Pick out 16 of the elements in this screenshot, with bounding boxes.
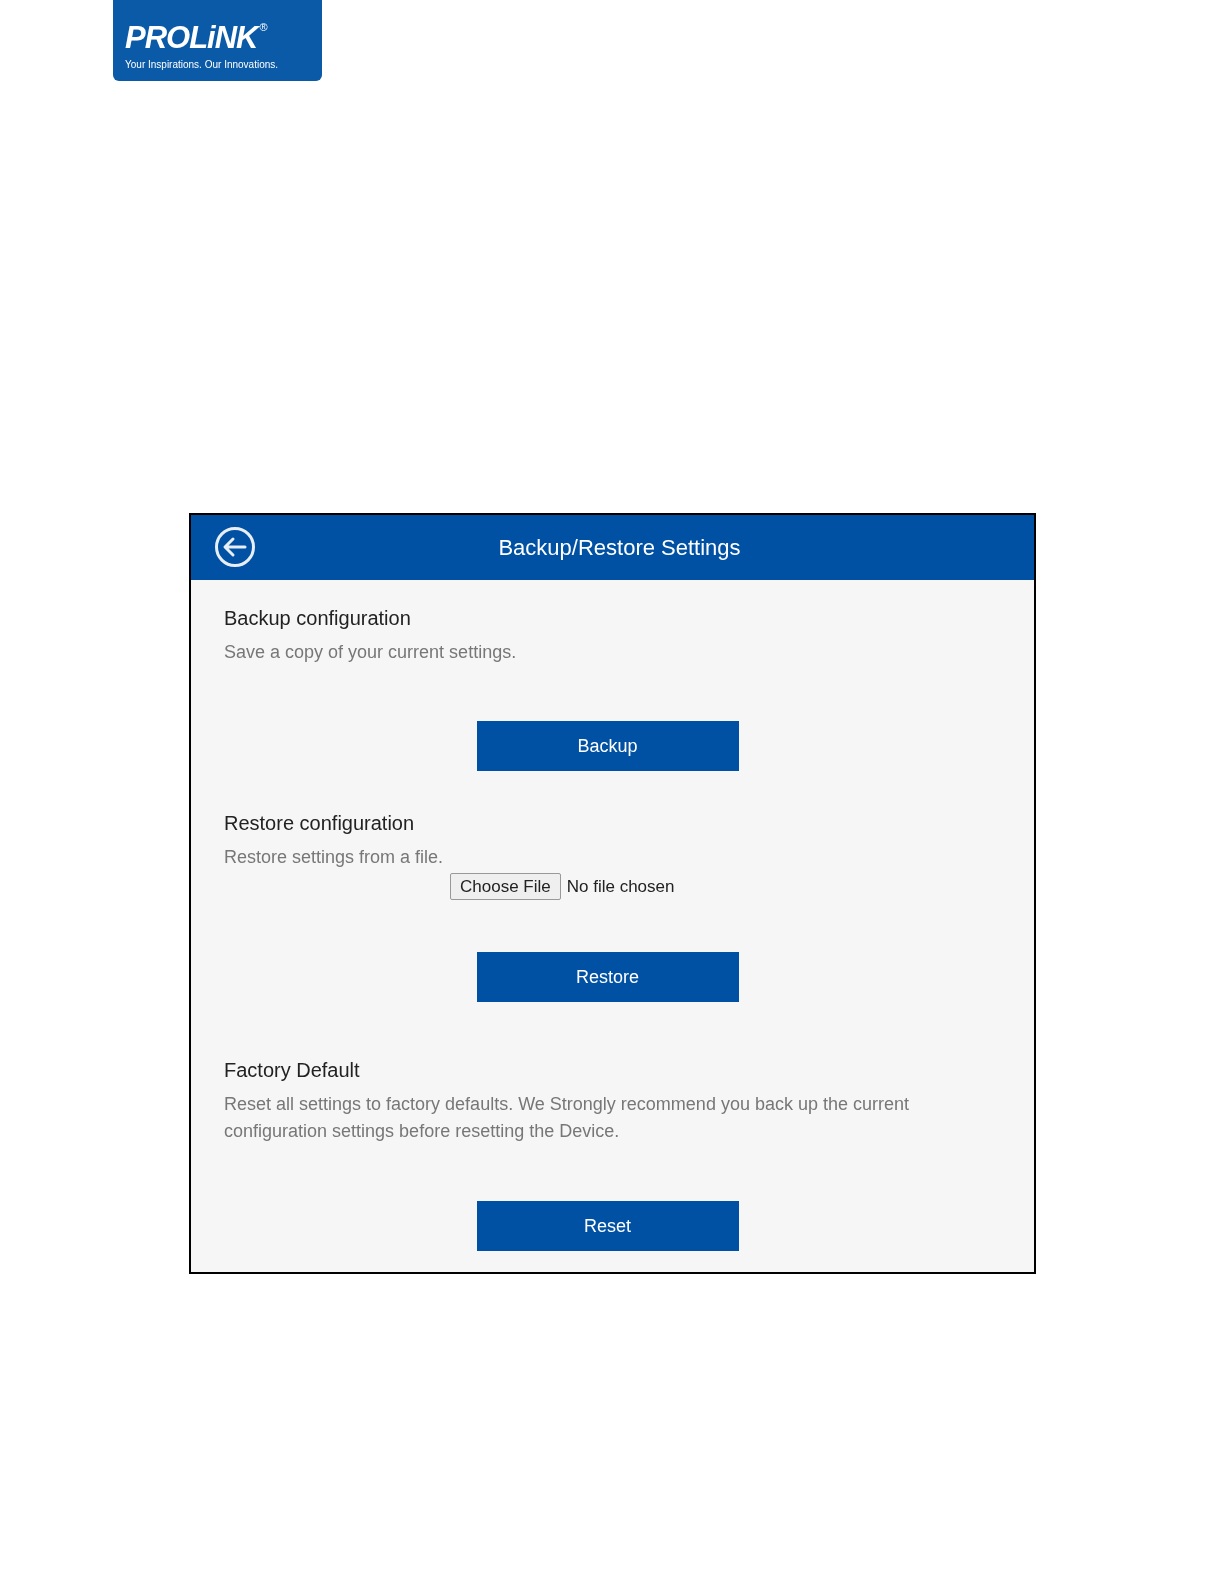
section-heading: Restore configuration bbox=[224, 811, 416, 835]
section-heading: Backup configuration bbox=[224, 606, 412, 630]
logo-wordmark: PROLiNK bbox=[125, 21, 258, 55]
action-button[interactable]: Backup bbox=[476, 721, 739, 771]
section-description: Restore settings from a file. bbox=[224, 846, 445, 869]
registered-mark: ® bbox=[259, 21, 268, 33]
section-heading: Factory Default bbox=[224, 1058, 361, 1082]
file-status: No file chosen bbox=[566, 875, 675, 898]
action-button[interactable]: Restore bbox=[476, 952, 739, 1002]
panel-title: Backup/Restore Settings bbox=[497, 534, 741, 562]
section-description: Save a copy of your current settings. bbox=[224, 641, 518, 664]
section-description: Reset all settings to factory defaults. We Strongly recommend you back up the current configuration settings before resetting the Device. bbox=[224, 1093, 910, 1143]
choose-file-button[interactable]: Choose File bbox=[450, 873, 561, 900]
logo-tagline: Your Inspirations. Our Innovations. bbox=[125, 59, 280, 71]
back-icon[interactable] bbox=[214, 526, 256, 568]
action-button[interactable]: Reset bbox=[476, 1201, 739, 1251]
